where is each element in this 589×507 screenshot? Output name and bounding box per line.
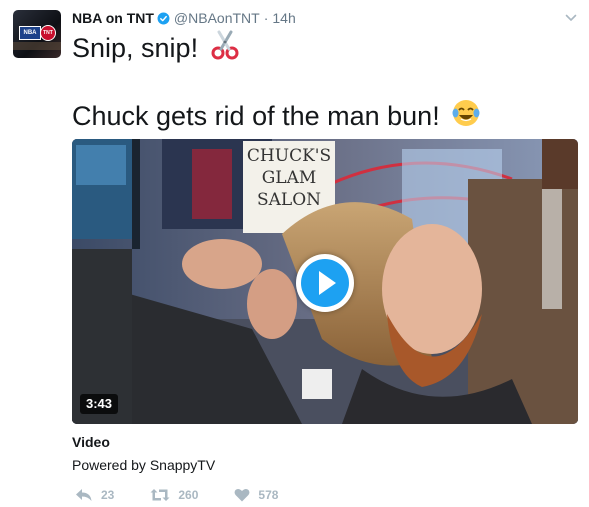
verified-badge-icon: [157, 12, 170, 24]
tweet-text-line-1-text: Snip, snip!: [72, 33, 199, 63]
avatar[interactable]: NBA TNT: [13, 10, 61, 58]
retweet-count: 260: [178, 488, 199, 502]
like-button[interactable]: 578: [234, 488, 278, 502]
header-separator: ·: [263, 10, 269, 26]
salon-sign: CHUCK'S GLAM SALON: [243, 145, 335, 211]
tweet-text-line-2-text: Chuck gets rid of the man bun!: [72, 101, 440, 131]
video-duration-badge: 3:43: [80, 394, 119, 414]
card-source[interactable]: Powered by SnappyTV: [72, 457, 215, 473]
tnt-logo: TNT: [40, 25, 56, 41]
author-name[interactable]: NBA on TNT: [72, 10, 154, 26]
reply-icon: [76, 489, 92, 501]
card-title[interactable]: Video: [72, 434, 110, 450]
tweet-actions: 23 260 578: [75, 485, 314, 505]
tweet-text: Snip, snip! Chuck gets rid of the man bu…: [72, 30, 572, 133]
video-player[interactable]: CHUCK'S GLAM SALON 3:43: [72, 139, 578, 424]
sign-line-1: CHUCK'S: [246, 146, 332, 166]
avatar-backdrop: [13, 42, 61, 50]
retweet-button[interactable]: 260: [150, 488, 198, 502]
tweet-text-line-1: Snip, snip!: [72, 30, 572, 65]
reply-button[interactable]: 23: [75, 488, 114, 502]
reply-count: 23: [101, 488, 115, 502]
tweet-text-line-2: Chuck gets rid of the man bun!: [72, 98, 572, 133]
sign-line-3: SALON: [256, 190, 322, 210]
tweet-timestamp[interactable]: 14h: [272, 10, 295, 26]
chevron-down-icon[interactable]: [565, 12, 577, 24]
like-count: 578: [258, 488, 279, 502]
tweet-header: NBA on TNT @NBAonTNT · 14h: [72, 9, 296, 27]
sign-line-2: GLAM: [261, 168, 317, 188]
heart-icon: [234, 488, 250, 502]
tears-of-joy-emoji-icon: [452, 100, 480, 126]
nba-logo: NBA: [19, 26, 41, 40]
author-handle[interactable]: @NBAonTNT: [174, 10, 260, 26]
play-button[interactable]: [296, 254, 354, 312]
retweet-icon: [150, 489, 170, 501]
scissors-emoji-icon: [211, 30, 239, 60]
